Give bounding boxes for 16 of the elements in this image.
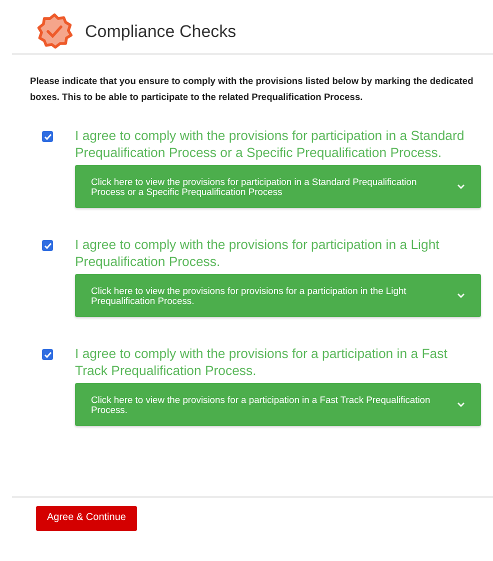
provisions-panel[interactable]: Click here to view the provisions for participation in a Standard Prequalification Process or a Specific Prequalification Process [75,165,481,208]
provisions-panel[interactable]: Click here to view the provisions for provisions for a participation in the Light Prequalification Process. [75,274,481,317]
agreement-label: I agree to comply with the provisions for participation in a Standard Prequalification Process or a Specific Prequalification Process. [75,127,466,161]
badge-check-icon [36,13,73,50]
provisions-panel[interactable]: Click here to view the provisions for a participation in a Fast Track Prequalification Process. [75,383,481,426]
chevron-icon [457,402,465,408]
checkbox[interactable] [42,131,53,142]
checkbox[interactable] [42,240,53,251]
chevron-icon [457,184,465,190]
agreement-label: I agree to comply with the provisions for a participation in a Fast Track Prequalification Process. [75,345,448,379]
instructions-text: Please indicate that you ensure to comply with the provisions listed below by marking the dedicated boxes. This to be able to participate to the related Prequalification Process. [30,75,474,104]
page-title: Compliance Checks [85,22,236,42]
checkbox[interactable] [42,349,53,360]
agree-continue-button[interactable]: Agree & Continue [36,506,137,531]
chevron-icon [457,292,465,298]
agreement-label: I agree to comply with the provisions for participation in a Light Prequalification Process. [75,236,440,270]
